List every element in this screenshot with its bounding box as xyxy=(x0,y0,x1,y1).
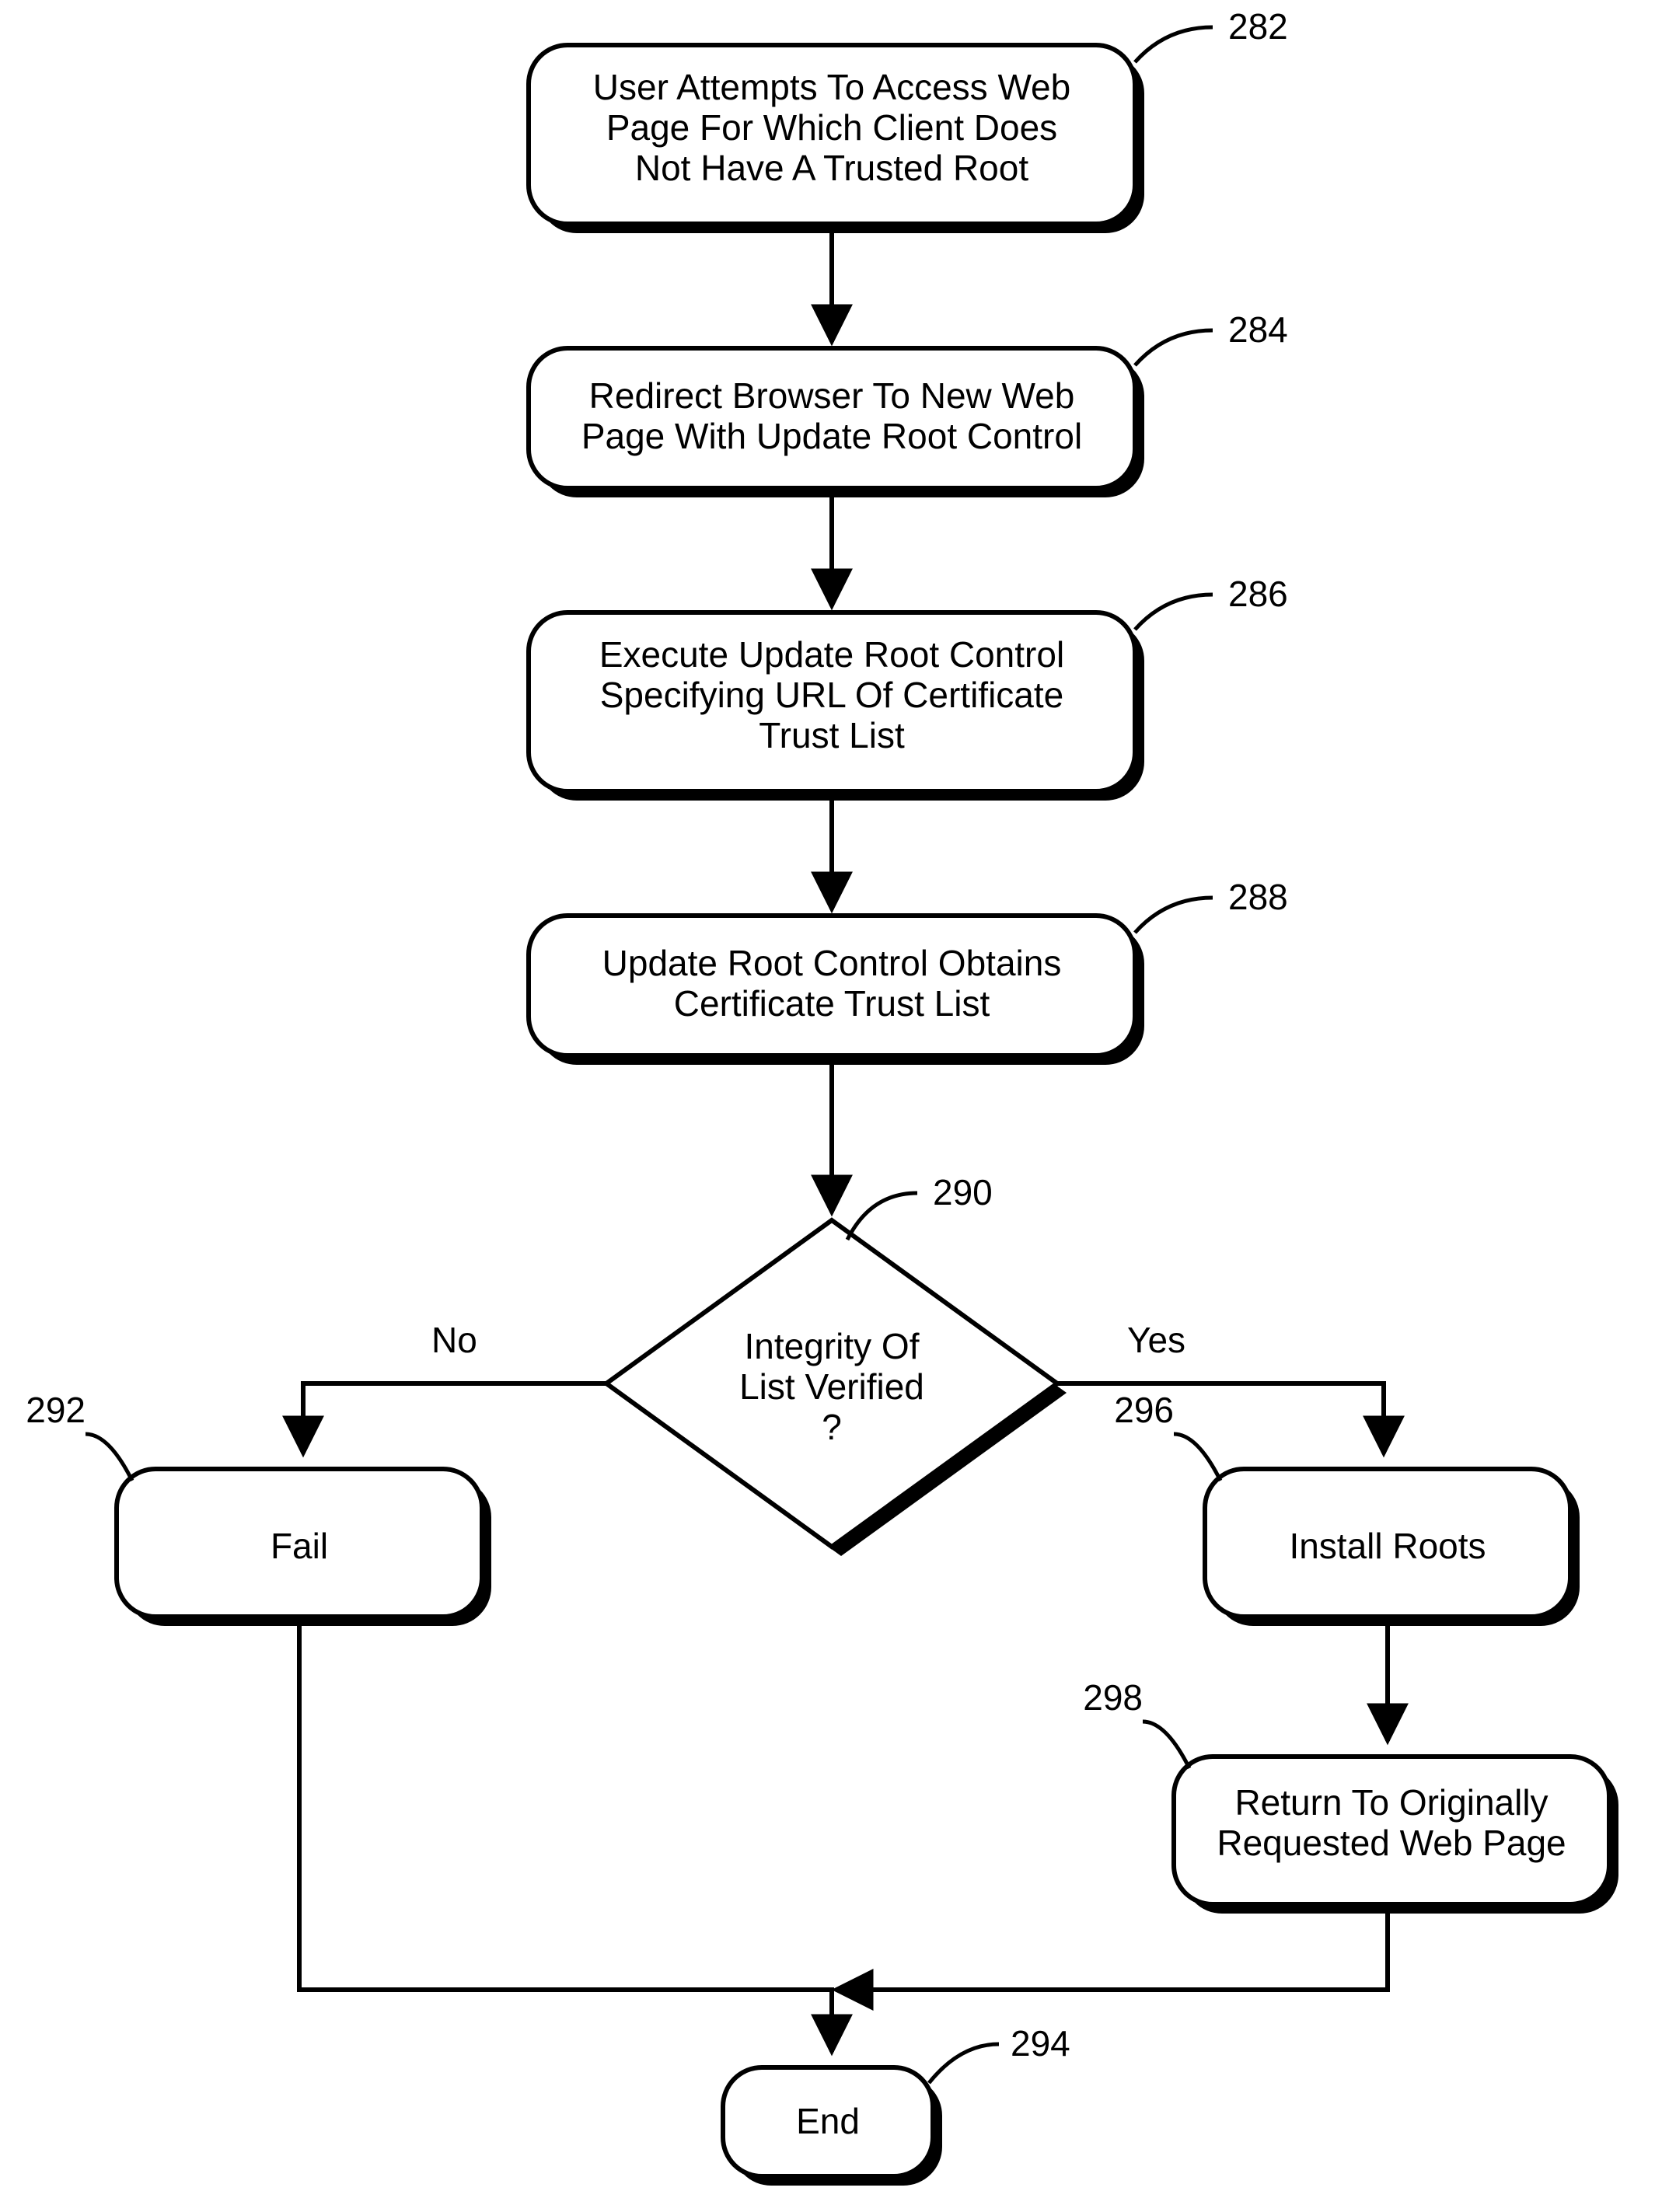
label-no: No xyxy=(431,1320,477,1360)
node-286-line3: Trust List xyxy=(759,715,905,755)
ref-296: 296 xyxy=(1114,1390,1174,1430)
ref-290: 290 xyxy=(933,1172,993,1212)
edge-292-294 xyxy=(299,1626,832,2052)
node-284-line2: Page With Update Root Control xyxy=(581,416,1082,456)
node-282-line2: Page For Which Client Does xyxy=(606,107,1057,148)
ref-298: 298 xyxy=(1083,1677,1143,1718)
node-290-line1: Integrity Of xyxy=(745,1326,920,1366)
node-284: Redirect Browser To New Web Page With Up… xyxy=(529,348,1144,497)
node-286: Execute Update Root Control Specifying U… xyxy=(529,612,1144,801)
node-288-line1: Update Root Control Obtains xyxy=(602,943,1062,983)
node-288: Update Root Control Obtains Certificate … xyxy=(529,916,1144,1065)
edge-298-294 xyxy=(836,1914,1388,1990)
node-296-line1: Install Roots xyxy=(1289,1526,1486,1566)
node-294-line1: End xyxy=(796,2101,860,2141)
ref-294: 294 xyxy=(1011,2023,1070,2064)
label-yes: Yes xyxy=(1127,1320,1185,1360)
node-288-line2: Certificate Trust List xyxy=(674,983,990,1024)
node-292-line1: Fail xyxy=(271,1526,328,1566)
node-284-line1: Redirect Browser To New Web xyxy=(589,375,1075,416)
edge-290-296 xyxy=(1057,1383,1384,1453)
node-286-line2: Specifying URL Of Certificate xyxy=(600,675,1064,715)
node-290: Integrity Of List Verified ? xyxy=(606,1220,1067,1556)
node-282-line1: User Attempts To Access Web xyxy=(593,67,1070,107)
flowchart: User Attempts To Access Web Page For Whi… xyxy=(0,0,1669,2212)
node-292: Fail xyxy=(117,1469,491,1626)
node-298-line1: Return To Originally xyxy=(1234,1782,1548,1823)
node-296: Install Roots xyxy=(1205,1469,1580,1626)
ref-286: 286 xyxy=(1228,574,1288,614)
node-298-line2: Requested Web Page xyxy=(1217,1823,1566,1863)
ref-288: 288 xyxy=(1228,877,1288,917)
node-290-line3: ? xyxy=(822,1407,842,1447)
node-282-line3: Not Have A Trusted Root xyxy=(635,148,1028,188)
node-298: Return To Originally Requested Web Page xyxy=(1174,1757,1618,1914)
node-286-line1: Execute Update Root Control xyxy=(599,634,1064,675)
node-290-line2: List Verified xyxy=(739,1366,924,1407)
ref-282: 282 xyxy=(1228,6,1288,47)
ref-284: 284 xyxy=(1228,309,1288,350)
ref-292: 292 xyxy=(26,1390,86,1430)
node-294: End xyxy=(723,2067,942,2186)
edge-290-292 xyxy=(303,1383,606,1453)
node-282: User Attempts To Access Web Page For Whi… xyxy=(529,45,1144,233)
